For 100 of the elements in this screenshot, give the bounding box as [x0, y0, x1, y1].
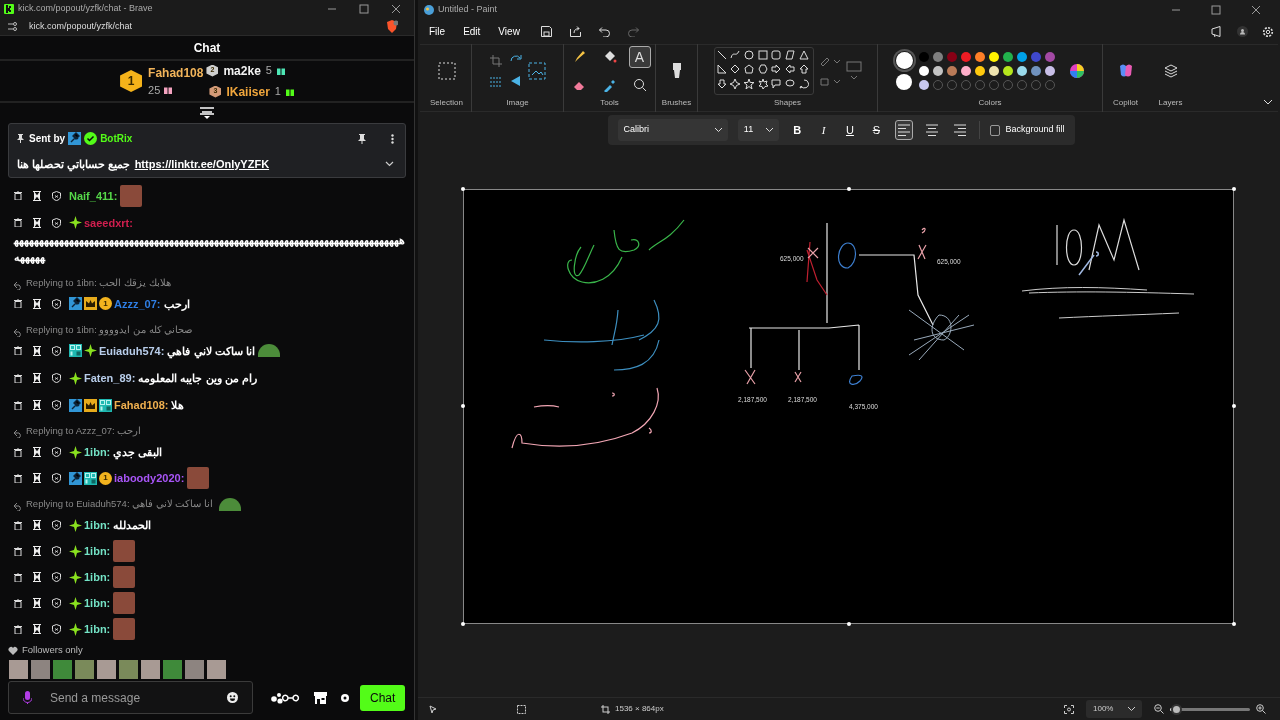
color-swatch[interactable]: [1044, 51, 1055, 62]
zoom-out-icon[interactable]: [1154, 704, 1164, 714]
text-tool[interactable]: A: [628, 45, 651, 68]
color-swatch[interactable]: [1030, 51, 1041, 62]
fit-to-window-icon[interactable]: [1064, 704, 1074, 714]
background-fill-checkbox[interactable]: [990, 124, 1001, 136]
resize-handle[interactable]: [461, 404, 465, 408]
recent-emote-thumbnail[interactable]: [119, 660, 138, 680]
color-swatch[interactable]: [946, 65, 957, 76]
more-icon[interactable]: [391, 133, 394, 144]
username[interactable]: Euiaduh574:: [99, 344, 165, 357]
copilot-icon[interactable]: [1117, 62, 1134, 79]
color-swatch[interactable]: [974, 65, 985, 76]
pointer-icon[interactable]: [429, 704, 437, 714]
reply-context[interactable]: Replying to 1ibn: هلابك يزقك الحب: [26, 275, 171, 290]
chevron-down-icon[interactable]: [1264, 100, 1272, 105]
color-swatch[interactable]: [932, 65, 943, 76]
recent-emote-thumbnail[interactable]: [75, 660, 94, 680]
fill-icon[interactable]: [819, 75, 840, 86]
resize-handle[interactable]: [847, 622, 851, 626]
recent-emote-thumbnail[interactable]: [53, 660, 72, 680]
reply-context[interactable]: Replying to Azzz_07: ارحب: [26, 423, 142, 439]
username[interactable]: 1ibn:: [84, 571, 111, 584]
maximize-icon[interactable]: [1211, 4, 1221, 15]
username[interactable]: Naif_411:: [69, 189, 118, 202]
font-dropdown[interactable]: Calibri: [617, 119, 728, 141]
username[interactable]: saeedxrt:: [84, 216, 133, 229]
color-picker-icon[interactable]: [1068, 62, 1085, 79]
username[interactable]: Fahad108:: [114, 399, 169, 412]
username[interactable]: ma2ke: [223, 61, 261, 80]
settings-icon[interactable]: [340, 692, 350, 703]
color-swatch[interactable]: [960, 65, 971, 76]
color-swatch[interactable]: [946, 51, 957, 62]
italic-button[interactable]: I: [815, 121, 832, 139]
maximize-icon[interactable]: [359, 3, 369, 14]
username[interactable]: BotRix: [100, 131, 133, 147]
menu-item[interactable]: File: [424, 21, 451, 42]
font-size-dropdown[interactable]: 11: [737, 119, 779, 141]
resize-handle[interactable]: [1232, 187, 1236, 191]
color-swatch[interactable]: [1016, 65, 1027, 76]
username[interactable]: IKaiiser: [226, 82, 270, 101]
recent-emote-thumbnail[interactable]: [163, 660, 182, 680]
bold-button[interactable]: B: [789, 121, 806, 139]
recent-emote-thumbnail[interactable]: [207, 660, 226, 680]
shield-icon[interactable]: [386, 19, 398, 33]
site-settings-icon[interactable]: [8, 21, 17, 31]
color-swatch[interactable]: [1044, 65, 1055, 76]
underline-button[interactable]: U: [841, 121, 859, 139]
resize-handle[interactable]: [1232, 622, 1236, 626]
username[interactable]: Azzz_07:: [114, 297, 161, 310]
shapes-gallery[interactable]: [713, 46, 814, 95]
recent-emote-thumbnail[interactable]: [97, 660, 116, 680]
color-swatch[interactable]: [960, 51, 971, 62]
recent-emote-thumbnail[interactable]: [141, 660, 160, 680]
username[interactable]: Faten_89:: [84, 372, 136, 385]
recent-emote-thumbnail[interactable]: [9, 660, 28, 680]
username[interactable]: Fahad108: [148, 63, 204, 82]
align-left-button[interactable]: [894, 120, 913, 140]
recent-emote-thumbnail[interactable]: [31, 660, 50, 680]
color-swatch[interactable]: [918, 79, 929, 90]
color-swatch[interactable]: [1030, 65, 1041, 76]
strike-button[interactable]: S: [868, 121, 885, 139]
image-icon[interactable]: [527, 61, 546, 80]
color-swatch[interactable]: [932, 51, 943, 62]
username[interactable]: 1ibn:: [84, 519, 111, 532]
zoom-dropdown[interactable]: 100%: [1086, 700, 1142, 718]
share-icon[interactable]: [569, 26, 581, 37]
reply-context[interactable]: Replying to 1ibn: صحاني كله من ايدوووو: [26, 322, 193, 337]
undo-icon[interactable]: [598, 26, 610, 37]
color-swatch[interactable]: [1002, 65, 1013, 76]
layers-icon[interactable]: [1163, 63, 1178, 78]
username[interactable]: 1ibn:: [84, 446, 111, 459]
menu-item[interactable]: Edit: [458, 21, 486, 42]
color-swatch[interactable]: [918, 51, 929, 62]
message-field[interactable]: Send a message: [50, 688, 209, 707]
layer-shape-icon[interactable]: [845, 60, 862, 81]
message-input[interactable]: Send a message: [8, 681, 253, 715]
store-icon[interactable]: [314, 691, 327, 704]
feedback-icon[interactable]: [1211, 26, 1223, 37]
color-swatch[interactable]: [1016, 51, 1027, 62]
save-icon[interactable]: [540, 26, 552, 37]
username[interactable]: 1ibn:: [84, 545, 111, 558]
slider-thumb[interactable]: [1171, 703, 1183, 715]
primary-color-swatch[interactable]: [895, 51, 913, 69]
menu-item[interactable]: View: [493, 21, 525, 42]
filter-icon[interactable]: [200, 107, 214, 120]
chat-button[interactable]: Chat: [360, 684, 406, 711]
selection-icon[interactable]: [517, 704, 526, 714]
color-swatch[interactable]: [988, 51, 999, 62]
close-icon[interactable]: [1251, 4, 1261, 15]
username[interactable]: 1ibn:: [84, 623, 111, 636]
settings-icon[interactable]: [1262, 25, 1274, 38]
resize-handle[interactable]: [847, 187, 851, 191]
color-swatch[interactable]: [918, 65, 929, 76]
link[interactable]: https://linktr.ee/OnlyYZFK: [134, 155, 270, 173]
brush-icon[interactable]: [671, 62, 682, 79]
resize-handle[interactable]: [461, 622, 465, 626]
close-icon[interactable]: [391, 3, 401, 14]
chevron-down-icon[interactable]: [385, 161, 394, 168]
address-bar[interactable]: kick.com/popout/yzfk/chat: [29, 19, 133, 34]
